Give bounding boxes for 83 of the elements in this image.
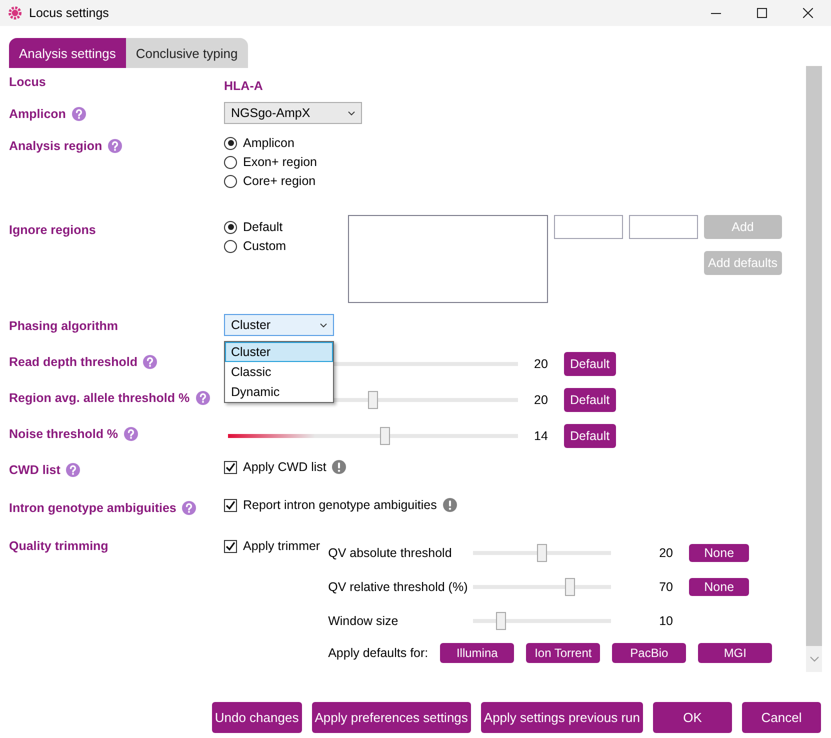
close-icon [803, 8, 813, 18]
checkbox-label: Apply CWD list [243, 460, 326, 474]
preset-button[interactable]: MGI [698, 643, 772, 663]
slider-thumb[interactable] [380, 427, 390, 445]
field-label: Ignore regions [9, 223, 96, 237]
input-field[interactable] [629, 215, 698, 239]
radio-button[interactable] [224, 220, 237, 234]
slider-thumb[interactable] [368, 391, 378, 409]
input-field[interactable] [554, 215, 623, 239]
field-label: Amplicon [9, 107, 66, 121]
preset-button[interactable]: Ion Torrent [526, 643, 600, 663]
help-icon[interactable] [143, 355, 158, 369]
radio-button[interactable] [224, 174, 237, 188]
param-label: QV relative threshold (%) [328, 580, 469, 594]
radio-label: Custom [243, 239, 286, 253]
help-icon[interactable] [196, 391, 210, 405]
chevron-down-icon [348, 110, 355, 116]
field-label: Locus [9, 75, 46, 89]
checkbox-label: Apply trimmer [243, 539, 320, 553]
menu-item[interactable]: Dynamic [225, 382, 333, 402]
minimize-icon [711, 12, 721, 14]
field-label: Phasing algorithm [9, 319, 118, 333]
help-icon[interactable] [72, 107, 86, 121]
checkbox[interactable] [224, 460, 237, 474]
radio-button[interactable] [224, 136, 237, 150]
tab[interactable]: Analysis settings [9, 38, 126, 68]
menu-item[interactable]: Cluster [225, 342, 333, 362]
radio-label: Amplicon [243, 136, 294, 150]
default-button[interactable]: Default [564, 424, 616, 448]
footer-button[interactable]: Apply preferences settings [312, 702, 471, 733]
help-icon[interactable] [108, 139, 122, 153]
regions-list[interactable] [348, 215, 548, 303]
footer-button[interactable]: Apply settings previous run [480, 702, 643, 733]
checkbox-label: Report intron genotype ambiguities [243, 498, 437, 512]
slider-thumb[interactable] [537, 544, 548, 562]
chevron-down-icon [320, 322, 327, 328]
field-label: Quality trimming [9, 539, 108, 553]
help-icon[interactable] [182, 501, 196, 515]
slider-value: 20 [534, 357, 549, 371]
slider-value: 10 [659, 614, 674, 628]
field-label: Read depth threshold [9, 355, 138, 369]
param-label: Window size [328, 614, 400, 628]
locus-value: HLA-A [224, 78, 264, 95]
footer-button[interactable]: Cancel [742, 702, 821, 733]
slider-thumb[interactable] [496, 612, 506, 630]
slider-value: 70 [659, 580, 674, 594]
tab[interactable]: Conclusive typing [126, 38, 248, 68]
amplicon-dropdown[interactable]: NGSgo-AmpX [224, 102, 362, 124]
menu-item[interactable]: Classic [225, 362, 333, 382]
slider-value: 20 [534, 393, 549, 407]
slider-value: 14 [534, 429, 549, 443]
field-label: CWD list [9, 463, 60, 477]
scrollbar[interactable] [806, 66, 822, 672]
preset-button[interactable]: PacBio [612, 643, 686, 663]
window-title: Locus settings [29, 6, 110, 20]
phasing-dropdown[interactable]: Cluster [224, 314, 334, 336]
footer-button[interactable]: OK [653, 702, 732, 733]
field-label: Analysis region [9, 139, 102, 153]
none-button[interactable]: None [689, 578, 750, 596]
chevron-down-icon [810, 656, 818, 662]
checkbox[interactable] [224, 540, 237, 552]
default-button[interactable]: Default [564, 352, 616, 376]
checkbox[interactable] [224, 498, 237, 512]
field-label: Region avg. allele threshold % [9, 391, 190, 405]
radio-button[interactable] [224, 240, 237, 252]
radio-label: Exon+ region [243, 155, 318, 169]
radio-button[interactable] [224, 156, 237, 168]
slider-value: 20 [659, 546, 674, 560]
radio-label: Core+ region [243, 174, 316, 188]
default-button[interactable]: Default [564, 388, 616, 412]
param-label: QV absolute threshold [328, 546, 453, 560]
help-icon[interactable] [124, 427, 138, 441]
help-icon[interactable] [66, 463, 80, 477]
none-button[interactable]: None [689, 544, 750, 562]
radio-label: Default [243, 220, 283, 234]
param-label: Apply defaults for: [328, 646, 428, 660]
preset-button[interactable]: Illumina [440, 643, 514, 663]
field-label: Noise threshold % [9, 427, 118, 441]
footer-button[interactable]: Undo changes [212, 702, 302, 733]
field-label: Intron genotype ambiguities [9, 501, 176, 515]
maximize-icon [757, 8, 767, 18]
gear-icon [8, 6, 22, 20]
slider-thumb[interactable] [564, 578, 575, 596]
